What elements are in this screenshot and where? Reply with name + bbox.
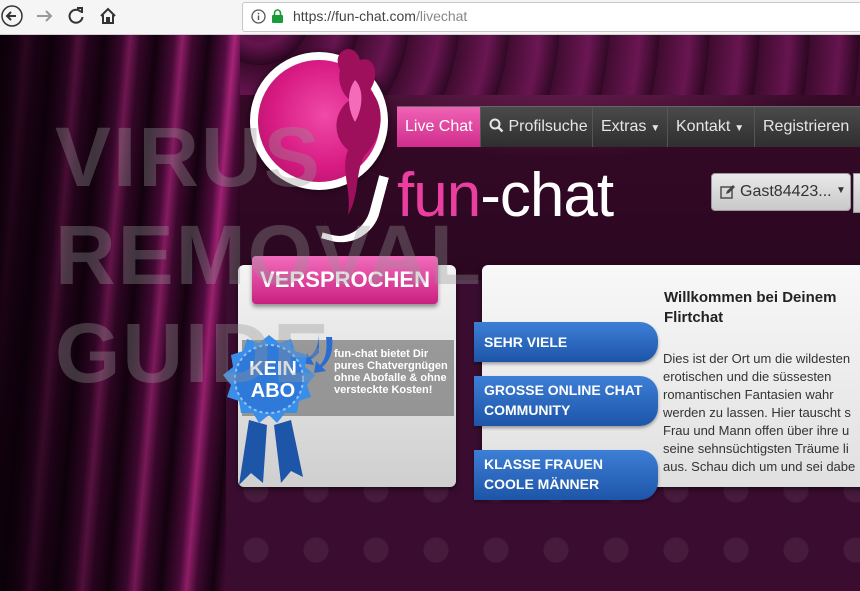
nav-registrieren[interactable]: Registrieren bbox=[755, 107, 860, 147]
url-text: https://fun-chat.com/livechat bbox=[293, 8, 467, 24]
nav-profilsuche-label: Profilsuche bbox=[508, 118, 588, 135]
url-host: https://fun-chat.com bbox=[293, 8, 416, 24]
chevron-down-icon: ▼ bbox=[734, 123, 745, 134]
forward-arrow-icon[interactable] bbox=[32, 4, 56, 28]
chevron-down-icon: ▼ bbox=[836, 185, 846, 196]
welcome-title: Willkommen bei Deinem Flirtchat bbox=[664, 288, 836, 328]
feature-2-line-2: COMMUNITY bbox=[484, 402, 571, 418]
watermark-line-1: VIRUS bbox=[55, 110, 322, 204]
feature-ribbon-1: SEHR VIELE LIVECHATTER bbox=[474, 322, 658, 390]
user-menu-button[interactable]: Gast84423... ▼ bbox=[711, 173, 851, 211]
user-secondary-button[interactable] bbox=[853, 173, 860, 213]
nav-extras[interactable]: Extras ▼ bbox=[593, 107, 668, 147]
feature-ribbon-3: KLASSE FRAUEN COOLE MÄNNER bbox=[474, 450, 658, 500]
nav-profilsuche[interactable]: Profilsuche bbox=[481, 107, 593, 147]
feature-3-line-1: KLASSE FRAUEN bbox=[484, 456, 604, 472]
lock-icon bbox=[271, 9, 284, 29]
url-path: /livechat bbox=[415, 8, 468, 24]
edit-icon bbox=[720, 184, 736, 205]
user-name: Gast84423... bbox=[740, 183, 832, 200]
welcome-title-line-1: Willkommen bei Deinem bbox=[664, 289, 837, 306]
brand-part-2: -chat bbox=[480, 161, 614, 230]
chevron-down-icon: ▼ bbox=[650, 123, 661, 134]
address-bar[interactable]: https://fun-chat.com/livechat bbox=[242, 2, 860, 32]
info-icon[interactable] bbox=[251, 9, 266, 29]
feature-3-line-2: COOLE MÄNNER bbox=[484, 476, 600, 492]
welcome-title-line-2: Flirtchat bbox=[664, 309, 724, 326]
feature-2-line-1: GROSSE ONLINE CHAT bbox=[484, 382, 643, 398]
nav-registrieren-label: Registrieren bbox=[763, 118, 850, 135]
nav-kontakt-label: Kontakt bbox=[676, 118, 731, 135]
watermark-line-2: REMOVAL bbox=[55, 208, 483, 302]
back-arrow-icon[interactable] bbox=[0, 4, 24, 28]
nav-kontakt[interactable]: Kontakt ▼ bbox=[668, 107, 755, 147]
watermark-line-3: GUIDE bbox=[55, 306, 332, 400]
welcome-description: Dies ist der Ort um die wildesten erotis… bbox=[663, 351, 856, 474]
reload-icon[interactable] bbox=[64, 4, 88, 28]
nav-extras-label: Extras bbox=[601, 118, 647, 135]
search-icon bbox=[489, 118, 504, 133]
watermark: VIRUS REMOVAL GUIDE bbox=[55, 108, 483, 402]
home-icon[interactable] bbox=[96, 4, 120, 28]
feature-ribbon-2: GROSSE ONLINE CHAT COMMUNITY bbox=[474, 376, 658, 426]
browser-toolbar: https://fun-chat.com/livechat bbox=[0, 0, 860, 35]
